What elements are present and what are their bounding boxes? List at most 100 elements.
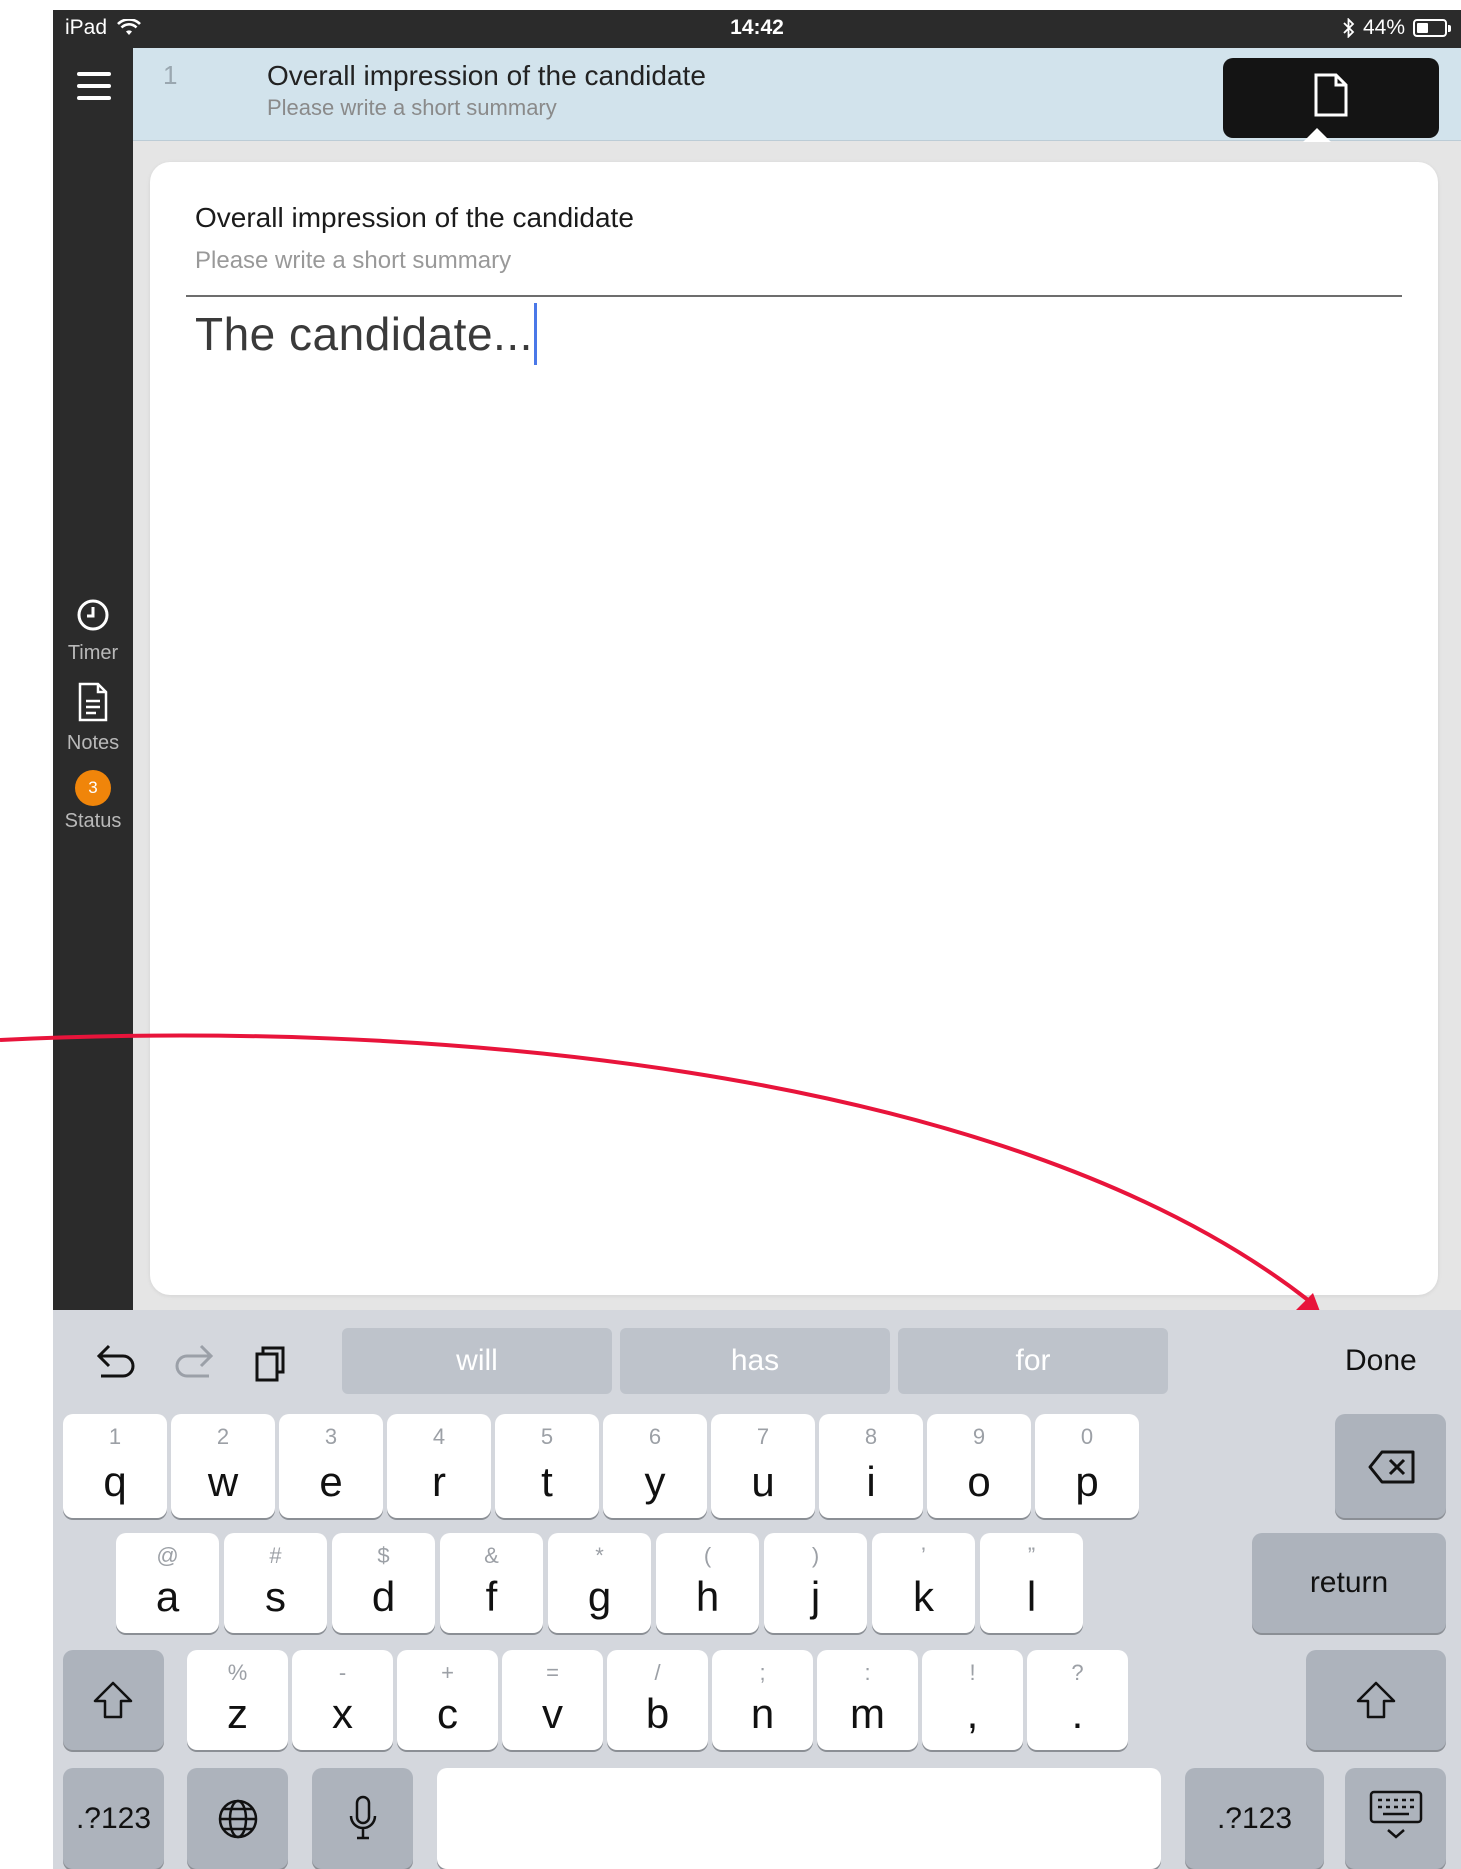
sidebar-item-label: Notes: [66, 732, 120, 754]
letter-key[interactable]: ; n: [712, 1650, 813, 1750]
delete-key[interactable]: [1335, 1414, 1446, 1518]
letter-key[interactable]: 9o: [927, 1414, 1031, 1518]
menu-button[interactable]: [77, 72, 111, 102]
key-label: n: [750, 1690, 775, 1737]
letter-key[interactable]: 7u: [711, 1414, 815, 1518]
sidebar: Timer Notes 3 Status: [53, 48, 133, 1321]
return-key[interactable]: return: [1252, 1533, 1446, 1633]
answer-text: The candidate...: [195, 308, 533, 361]
key-alt-label: 1: [108, 1424, 122, 1449]
letter-key[interactable]: 4r: [387, 1414, 491, 1518]
letter-key[interactable]: :m: [817, 1650, 918, 1750]
numbers-key-right[interactable]: .?123: [1185, 1768, 1324, 1869]
sidebar-item-notes[interactable]: Notes: [53, 682, 133, 755]
letter-key[interactable]: @ a: [116, 1533, 219, 1633]
sidebar-item-status[interactable]: 3 Status: [53, 770, 133, 833]
globe-key[interactable]: [187, 1768, 288, 1869]
key-alt-label: ?: [1071, 1660, 1084, 1685]
key-label: i: [866, 1458, 876, 1505]
key-label: l: [1026, 1573, 1037, 1620]
sidebar-item-timer[interactable]: Timer: [53, 598, 133, 665]
letter-key[interactable]: 3e: [279, 1414, 383, 1518]
key-alt-label: =: [546, 1660, 559, 1685]
key-label: g: [587, 1573, 612, 1620]
letter-key[interactable]: 1q: [63, 1414, 167, 1518]
key-alt-label: -: [338, 1660, 347, 1685]
key-label: r: [432, 1458, 446, 1505]
letter-key[interactable]: 0p: [1035, 1414, 1139, 1518]
question-number: 1: [163, 60, 178, 90]
key-alt-label: /: [654, 1660, 661, 1685]
key-alt-label: ;: [759, 1660, 766, 1685]
dictation-key[interactable]: [312, 1768, 413, 1869]
key-alt-label: 6: [648, 1424, 662, 1449]
redo-icon[interactable]: [171, 1340, 217, 1386]
battery-percent: 44%: [1362, 16, 1405, 39]
key-alt-label: 8: [864, 1424, 878, 1449]
suggestion-for[interactable]: for: [898, 1328, 1168, 1394]
suggestion-will[interactable]: will: [342, 1328, 612, 1394]
paste-icon[interactable]: [249, 1340, 295, 1386]
bluetooth-icon: [1343, 18, 1355, 38]
key-alt-label: 9: [972, 1424, 986, 1449]
battery-icon: [1413, 19, 1451, 37]
key-label: z: [227, 1690, 248, 1737]
key-alt-label: @: [156, 1543, 179, 1568]
letter-key[interactable]: ) j: [764, 1533, 867, 1633]
shift-key-left[interactable]: [63, 1650, 164, 1750]
key-label: t: [541, 1458, 553, 1505]
key-alt-label: 2: [216, 1424, 230, 1449]
key-label: ,: [966, 1690, 979, 1737]
letter-key[interactable]: ” l: [980, 1533, 1083, 1633]
key-label: b: [645, 1690, 670, 1737]
key-alt-label: 3: [324, 1424, 338, 1449]
divider: [186, 295, 1402, 297]
space-key[interactable]: [437, 1768, 1161, 1869]
key-label: s: [265, 1573, 286, 1620]
key-label: k: [913, 1573, 934, 1620]
hide-keyboard-key[interactable]: [1345, 1768, 1446, 1869]
key-label: p: [1075, 1458, 1099, 1505]
letter-key[interactable]: 2w: [171, 1414, 275, 1518]
undo-icon[interactable]: [93, 1340, 139, 1386]
key-alt-label: 0: [1080, 1424, 1094, 1449]
letter-key[interactable]: (h: [656, 1533, 759, 1633]
letter-key[interactable]: -x: [292, 1650, 393, 1750]
shift-key-right[interactable]: [1306, 1650, 1446, 1750]
letter-key[interactable]: 5t: [495, 1414, 599, 1518]
key-label: u: [751, 1458, 775, 1505]
letter-key[interactable]: 8i: [819, 1414, 923, 1518]
letter-key[interactable]: + c: [397, 1650, 498, 1750]
done-button[interactable]: Done: [1345, 1344, 1417, 1378]
letter-key[interactable]: $ d: [332, 1533, 435, 1633]
question-title: Overall impression of the candidate: [267, 60, 706, 91]
letter-key[interactable]: ?.: [1027, 1650, 1128, 1750]
letter-key[interactable]: = v: [502, 1650, 603, 1750]
letter-key[interactable]: 6y: [603, 1414, 707, 1518]
letter-key[interactable]: % z: [187, 1650, 288, 1750]
key-alt-label: 7: [756, 1424, 770, 1449]
numbers-key-left[interactable]: .?123: [63, 1768, 164, 1869]
status-bar: iPad 14:42 44%: [53, 10, 1461, 48]
key-alt-label: 5: [540, 1424, 554, 1449]
key-alt-label: $: [377, 1543, 390, 1568]
key-label: o: [967, 1458, 991, 1505]
key-alt-label: %: [227, 1660, 248, 1685]
letter-key[interactable]: ’ k: [872, 1533, 975, 1633]
key-label: h: [695, 1573, 720, 1620]
delete-icon: [1368, 1450, 1415, 1484]
document-button[interactable]: [1223, 58, 1439, 138]
popover-pointer: [1303, 128, 1331, 142]
key-label: a: [155, 1573, 180, 1620]
answer-text-area[interactable]: The candidate...: [195, 303, 1395, 1207]
clock-time: 14:42: [730, 16, 784, 39]
letter-key[interactable]: & f: [440, 1533, 543, 1633]
key-label: y: [644, 1458, 666, 1505]
letter-key[interactable]: * g: [548, 1533, 651, 1633]
key-alt-label: 4: [432, 1424, 446, 1449]
letter-key[interactable]: / b: [607, 1650, 708, 1750]
letter-key[interactable]: !,: [922, 1650, 1023, 1750]
microphone-icon: [349, 1795, 377, 1840]
letter-key[interactable]: # s: [224, 1533, 327, 1633]
suggestion-has[interactable]: has: [620, 1328, 890, 1394]
